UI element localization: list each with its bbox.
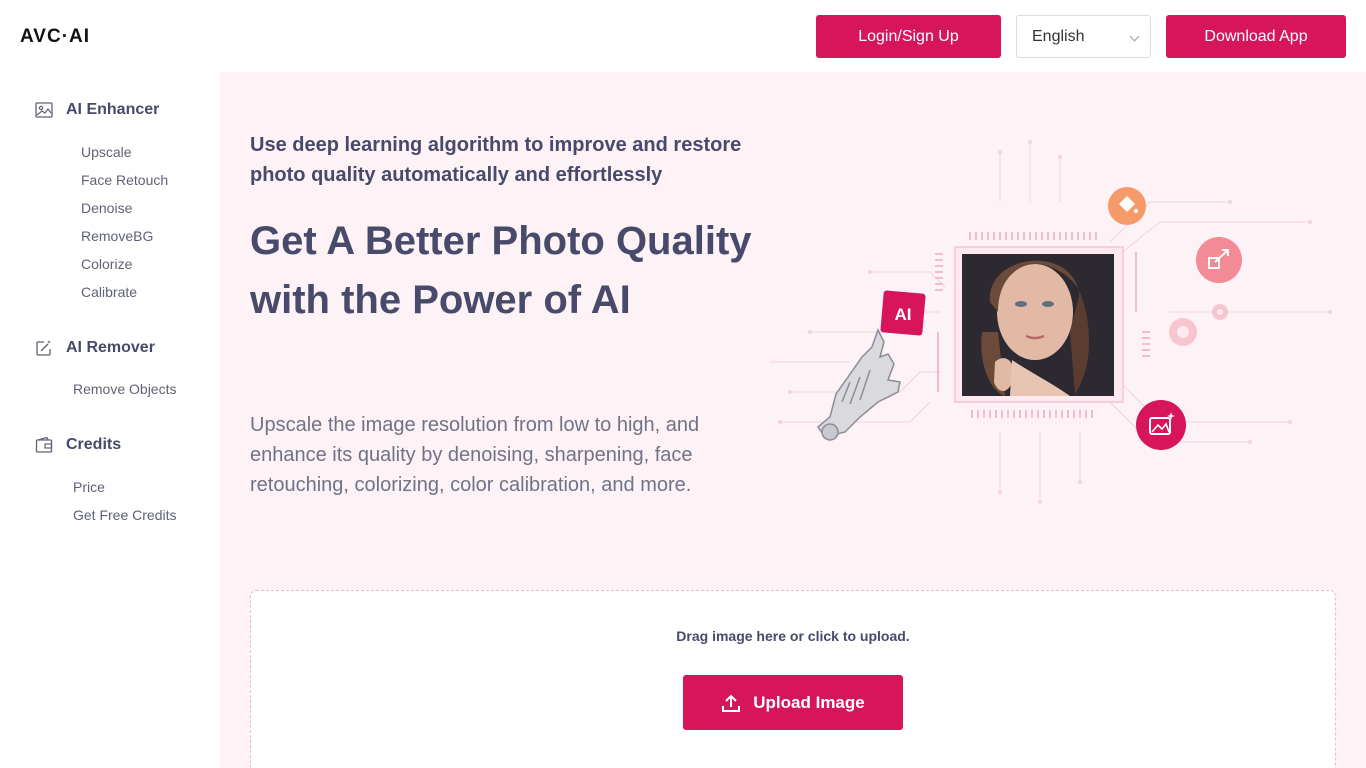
upload-hint: Drag image here or click to upload. <box>676 628 910 644</box>
sidebar-section-ai-remover[interactable]: AI Remover <box>35 339 155 357</box>
sidebar-section-credits[interactable]: Credits <box>35 436 121 454</box>
sidebar-item-upscale[interactable]: Upscale <box>81 144 132 160</box>
upload-button-label: Upload Image <box>753 692 865 712</box>
language-value: English <box>1032 27 1085 45</box>
upload-icon <box>722 694 741 712</box>
sidebar-item-colorize[interactable]: Colorize <box>81 256 132 272</box>
logo-text: AVC·AI <box>20 26 91 47</box>
wallet-icon <box>35 436 53 453</box>
language-select[interactable]: English <box>1016 15 1151 58</box>
upload-image-button[interactable]: Upload Image <box>683 675 903 730</box>
magic-edit-icon <box>36 340 51 356</box>
sidebar-item-remove-objects[interactable]: Remove Objects <box>73 381 176 397</box>
upload-dropzone[interactable]: Drag image here or click to upload. Uplo… <box>250 590 1336 768</box>
sidebar-section-title: AI Enhancer <box>66 101 160 118</box>
chevron-down-icon <box>1129 31 1140 42</box>
hero-headline: Get A Better Photo Quality with the Powe… <box>250 219 752 322</box>
main-content: Use deep learning algorithm to improve a… <box>220 72 1366 768</box>
sidebar-section-ai-enhancer[interactable]: AI Enhancer <box>35 101 159 119</box>
resize-icon <box>1196 237 1242 283</box>
logo[interactable]: AVC·AI <box>20 26 90 48</box>
image-sparkle-icon <box>1136 400 1186 450</box>
sidebar-section-title: Credits <box>66 436 122 453</box>
sidebar-section-title: AI Remover <box>66 339 155 356</box>
hero-description: Upscale the image resolution from low to… <box>250 414 700 496</box>
sidebar-item-face-retouch[interactable]: Face Retouch <box>81 172 168 188</box>
sidebar: AI Enhancer Upscale Face Retouch Denoise… <box>0 72 220 768</box>
sidebar-item-removebg[interactable]: RemoveBG <box>81 228 153 244</box>
top-header: AVC·AI Login/Sign Up English Download Ap… <box>0 0 1366 72</box>
sidebar-item-price[interactable]: Price <box>73 479 105 495</box>
image-icon <box>35 102 53 118</box>
ai-badge-label: AI <box>895 305 912 324</box>
sidebar-item-denoise[interactable]: Denoise <box>81 200 132 216</box>
download-app-button[interactable]: Download App <box>1166 15 1346 58</box>
ai-badge: AI <box>880 290 926 336</box>
hero-tagline: Use deep learning algorithm to improve a… <box>250 134 742 186</box>
paint-bucket-icon <box>1108 187 1146 225</box>
sidebar-item-get-free-credits[interactable]: Get Free Credits <box>73 507 176 523</box>
sidebar-item-calibrate[interactable]: Calibrate <box>81 284 137 300</box>
hero-illustration: AI <box>770 140 1332 504</box>
portrait-photo <box>962 254 1114 396</box>
login-signup-button[interactable]: Login/Sign Up <box>816 15 1001 58</box>
robot-hand-icon <box>816 328 901 441</box>
